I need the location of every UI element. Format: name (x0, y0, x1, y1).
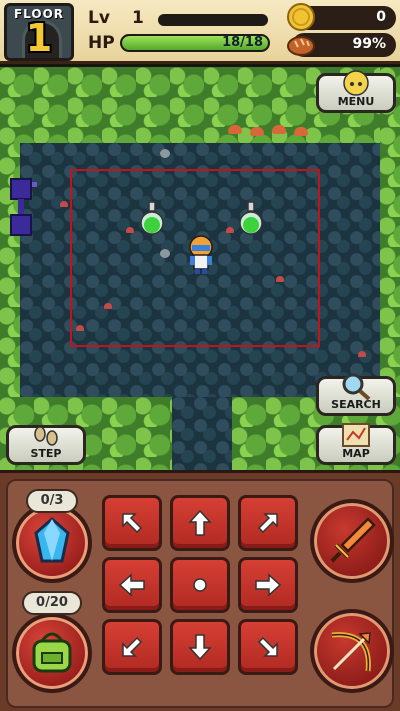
dpad-left[interactable] (102, 557, 162, 613)
control-panel: 0/3 0/20 (0, 470, 400, 711)
arrow-down-right-icon (257, 636, 278, 657)
gold-counter: 0 (287, 3, 396, 31)
magnifier-icon (342, 373, 371, 401)
mushroom (60, 201, 68, 207)
top-hud: FLOOR 1 Lv 1 HP 18/18 0 99% (0, 0, 400, 64)
dpad-up-right[interactable] (238, 495, 298, 551)
coin-icon (287, 3, 315, 31)
food-value: 99% (352, 36, 386, 52)
hero-character (189, 235, 213, 274)
flower (250, 127, 264, 136)
arrow-down-left-icon (122, 636, 143, 657)
dpad-wait[interactable] (170, 557, 230, 613)
food-counter: 99% (287, 33, 396, 57)
character-portrait-icon (343, 70, 369, 96)
bread-icon (287, 36, 315, 56)
floor-number: 1 (25, 16, 53, 60)
map-button[interactable]: MAP (316, 423, 396, 465)
bow-icon (331, 631, 372, 672)
flower (294, 127, 308, 136)
minimap-marker-icon (10, 178, 37, 236)
scroll-map-icon (342, 423, 370, 447)
dpad-right[interactable] (238, 557, 298, 613)
hp-value: 18/18 (222, 35, 263, 50)
floor-badge: FLOOR 1 (4, 3, 74, 61)
level-value: 1 (132, 8, 144, 28)
search-button[interactable]: SEARCH (316, 373, 396, 416)
dungeon-view[interactable]: MENU SEARCH STEP MAP (0, 67, 400, 470)
hp-label: HP (88, 33, 115, 53)
arrow-up-left-icon (122, 513, 143, 534)
backpack-icon (32, 632, 72, 673)
bag-counter: 0/20 (22, 591, 82, 615)
bag-button[interactable] (12, 613, 92, 693)
footprints-icon (34, 426, 58, 446)
level-label: Lv (88, 8, 110, 28)
dpad-down-right[interactable] (238, 619, 298, 675)
arrow-left-icon (118, 573, 145, 597)
dpad-down-left[interactable] (102, 619, 162, 675)
sword-icon (330, 517, 376, 563)
exp-bar (158, 14, 268, 26)
arrow-up-right-icon (257, 513, 278, 534)
mushroom (358, 351, 366, 357)
flower (228, 125, 242, 134)
bow-attack-button[interactable] (310, 609, 394, 693)
dpad-down[interactable] (170, 619, 230, 675)
flower (272, 125, 286, 134)
green-potion-icon[interactable] (238, 201, 264, 235)
arrow-up-icon (188, 509, 212, 536)
rock (160, 149, 170, 158)
arrow-right-icon (255, 573, 282, 597)
step-button[interactable]: STEP (6, 425, 86, 465)
blue-gem-icon (34, 517, 70, 563)
gold-value: 0 (376, 9, 386, 25)
arrow-down-icon (188, 634, 212, 661)
sword-attack-button[interactable] (310, 499, 394, 583)
gem-button[interactable] (12, 503, 92, 583)
dpad-up-left[interactable] (102, 495, 162, 551)
green-potion-icon[interactable] (139, 201, 165, 235)
menu-button[interactable]: MENU (316, 70, 396, 113)
corridor-floor (172, 397, 232, 470)
gem-counter: 0/3 (26, 489, 78, 513)
dpad-up[interactable] (170, 495, 230, 551)
wait-dot-icon (193, 578, 207, 592)
